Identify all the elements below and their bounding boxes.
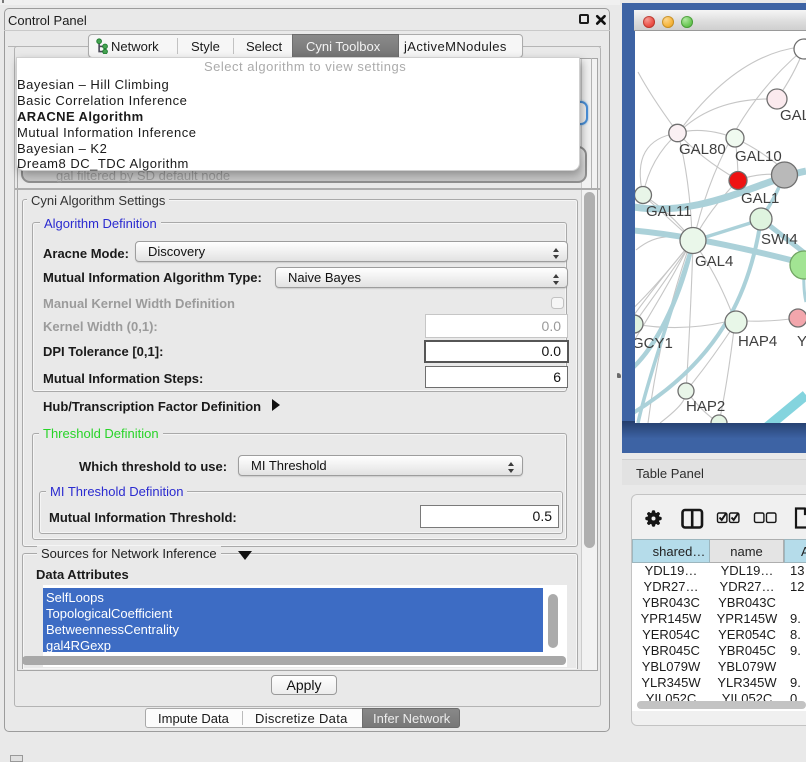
svg-text:GAL80: GAL80	[679, 141, 726, 158]
svg-text:GAL11: GAL11	[646, 203, 692, 220]
svg-text:GCY1: GCY1	[635, 335, 673, 352]
svg-text:GAL10: GAL10	[735, 148, 782, 165]
svg-text:HAP4: HAP4	[738, 333, 777, 350]
svg-text:GAL: GAL	[780, 107, 806, 124]
svg-text:GAL4: GAL4	[695, 253, 733, 270]
svg-text:Y: Y	[797, 333, 806, 350]
svg-text:SWI4: SWI4	[761, 231, 798, 248]
svg-text:HAP2: HAP2	[686, 398, 725, 415]
svg-text:GAL1: GAL1	[741, 190, 779, 207]
